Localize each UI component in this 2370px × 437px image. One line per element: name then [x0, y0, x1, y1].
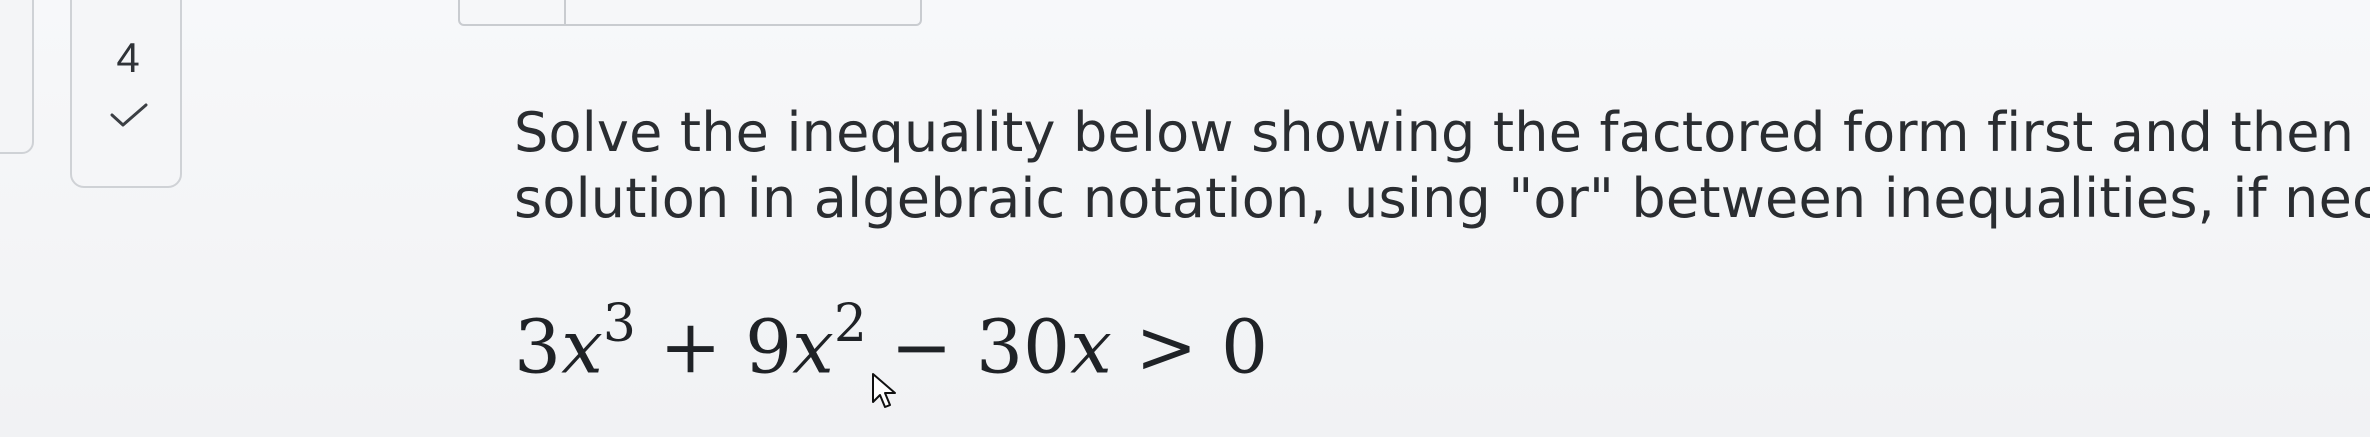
question-navigator-card[interactable]: 4 [70, 0, 182, 188]
box-divider [564, 0, 566, 24]
question-prompt: Solve the inequality below showing the f… [514, 100, 2370, 232]
check-icon [110, 103, 148, 127]
question-page: 4 Solve the inequality below showing the… [0, 0, 2370, 437]
coefficient-3: 30 [975, 304, 1071, 391]
question-line-1: Solve the inequality below showing the f… [514, 101, 2355, 164]
coefficient-2: 9 [744, 304, 793, 391]
operator-greater: > [1111, 304, 1221, 391]
variable-3: x [1070, 304, 1112, 391]
variable-2: x [792, 304, 834, 391]
previous-question-card[interactable] [0, 0, 34, 154]
operator-plus: + [635, 304, 745, 391]
coefficient-1: 3 [514, 304, 562, 391]
right-hand-side: 0 [1220, 304, 1269, 391]
question-line-2: solution in algebraic notation, using "o… [514, 167, 2370, 230]
answer-box-top[interactable] [458, 0, 922, 26]
exponent-2: 2 [833, 294, 867, 354]
variable-1: x [561, 304, 603, 391]
exponent-1: 3 [602, 294, 636, 354]
question-number: 4 [116, 34, 140, 81]
mouse-cursor-icon [872, 373, 896, 408]
